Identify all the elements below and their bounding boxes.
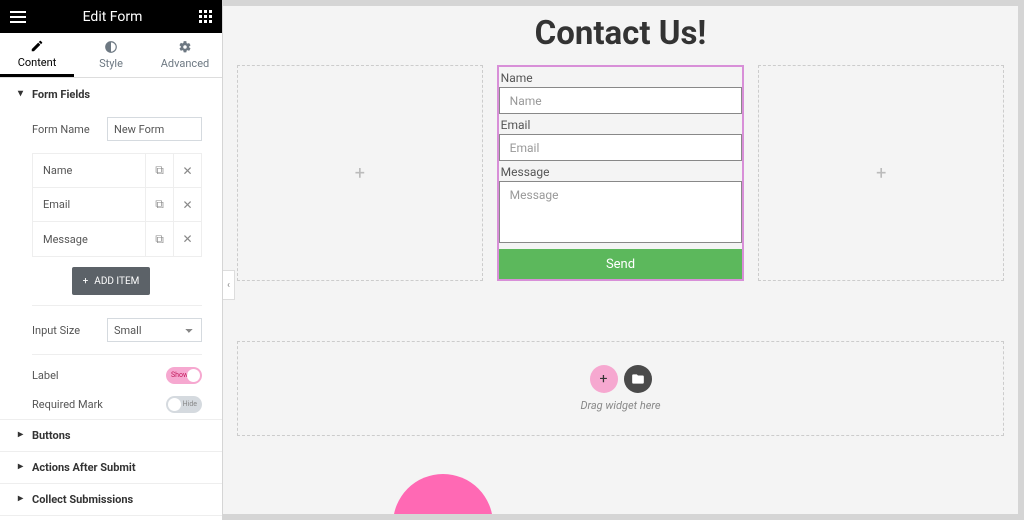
menu-icon[interactable]	[10, 11, 26, 23]
close-icon[interactable]: ✕	[173, 188, 201, 221]
plus-icon: +	[600, 371, 608, 387]
email-field-input[interactable]	[499, 134, 743, 161]
label-toggle[interactable]: Show	[166, 367, 202, 384]
required-toggle[interactable]: Hide	[166, 396, 202, 413]
required-toggle-row: Required Mark Hide	[0, 390, 222, 419]
drop-area[interactable]: + Drag widget here	[237, 341, 1004, 436]
empty-column-left[interactable]: +	[237, 65, 483, 281]
input-size-select[interactable]: Small	[107, 318, 202, 342]
template-button[interactable]	[624, 365, 652, 393]
duplicate-icon[interactable]: ⧉	[145, 222, 173, 256]
editor-tabs: Content Style Advanced	[0, 33, 222, 78]
fields-list: Name ⧉ ✕ Email ⧉ ✕ Message ⧉ ✕	[32, 153, 202, 257]
form-widget[interactable]: Name Email Message Send	[497, 65, 745, 281]
input-size-label: Input Size	[32, 324, 107, 337]
name-field-label: Name	[499, 67, 743, 87]
contrast-icon	[104, 40, 118, 54]
section-collect-submissions[interactable]: Collect Submissions	[0, 483, 222, 515]
field-item-email[interactable]: Email ⧉ ✕	[33, 188, 201, 222]
plus-icon: +	[355, 163, 365, 184]
panel-body: Form Fields Form Name Name ⧉ ✕ Email ⧉ ✕…	[0, 78, 222, 520]
tab-content[interactable]: Content	[0, 33, 74, 77]
close-icon[interactable]: ✕	[173, 222, 201, 256]
required-label: Required Mark	[32, 398, 166, 411]
drop-text: Drag widget here	[580, 399, 660, 412]
widgets-grid-icon[interactable]	[199, 10, 212, 23]
field-item-message[interactable]: Message ⧉ ✕	[33, 222, 201, 256]
form-name-label: Form Name	[32, 123, 107, 136]
input-size-row: Input Size Small	[0, 312, 222, 348]
canvas: Contact Us! + Name Email Message Send + …	[223, 0, 1024, 520]
label-toggle-row: Label Show	[0, 361, 222, 390]
section-actions-after-submit[interactable]: Actions After Submit	[0, 451, 222, 483]
duplicate-icon[interactable]: ⧉	[145, 188, 173, 221]
add-section-button[interactable]: +	[590, 365, 618, 393]
email-field-label: Email	[499, 114, 743, 134]
form-name-row: Form Name	[0, 111, 222, 147]
decorative-blob	[393, 474, 493, 520]
section-form-fields[interactable]: Form Fields	[0, 78, 222, 111]
panel-header: Edit Form	[0, 0, 222, 33]
send-button[interactable]: Send	[499, 249, 743, 279]
section-email[interactable]: Email	[0, 515, 222, 520]
gear-icon	[178, 40, 192, 54]
duplicate-icon[interactable]: ⧉	[145, 154, 173, 187]
field-item-name[interactable]: Name ⧉ ✕	[33, 154, 201, 188]
page-heading[interactable]: Contact Us!	[223, 14, 1018, 53]
pencil-icon	[30, 39, 44, 53]
panel-title: Edit Form	[26, 9, 199, 25]
form-name-input[interactable]	[107, 117, 202, 141]
message-field-label: Message	[499, 161, 743, 181]
empty-column-right[interactable]: +	[758, 65, 1004, 281]
tab-style[interactable]: Style	[74, 33, 148, 77]
folder-icon	[631, 372, 645, 386]
plus-icon: +	[876, 163, 886, 184]
message-field-input[interactable]	[499, 181, 743, 243]
tab-advanced[interactable]: Advanced	[148, 33, 222, 77]
add-item-button[interactable]: +ADD ITEM	[72, 267, 150, 295]
editor-panel: Edit Form Content Style Advanced Form Fi…	[0, 0, 223, 520]
label-label: Label	[32, 369, 166, 382]
collapse-panel-button[interactable]: ‹	[223, 270, 235, 300]
close-icon[interactable]: ✕	[173, 154, 201, 187]
name-field-input[interactable]	[499, 87, 743, 114]
plus-icon: +	[83, 276, 89, 287]
section-buttons[interactable]: Buttons	[0, 419, 222, 451]
